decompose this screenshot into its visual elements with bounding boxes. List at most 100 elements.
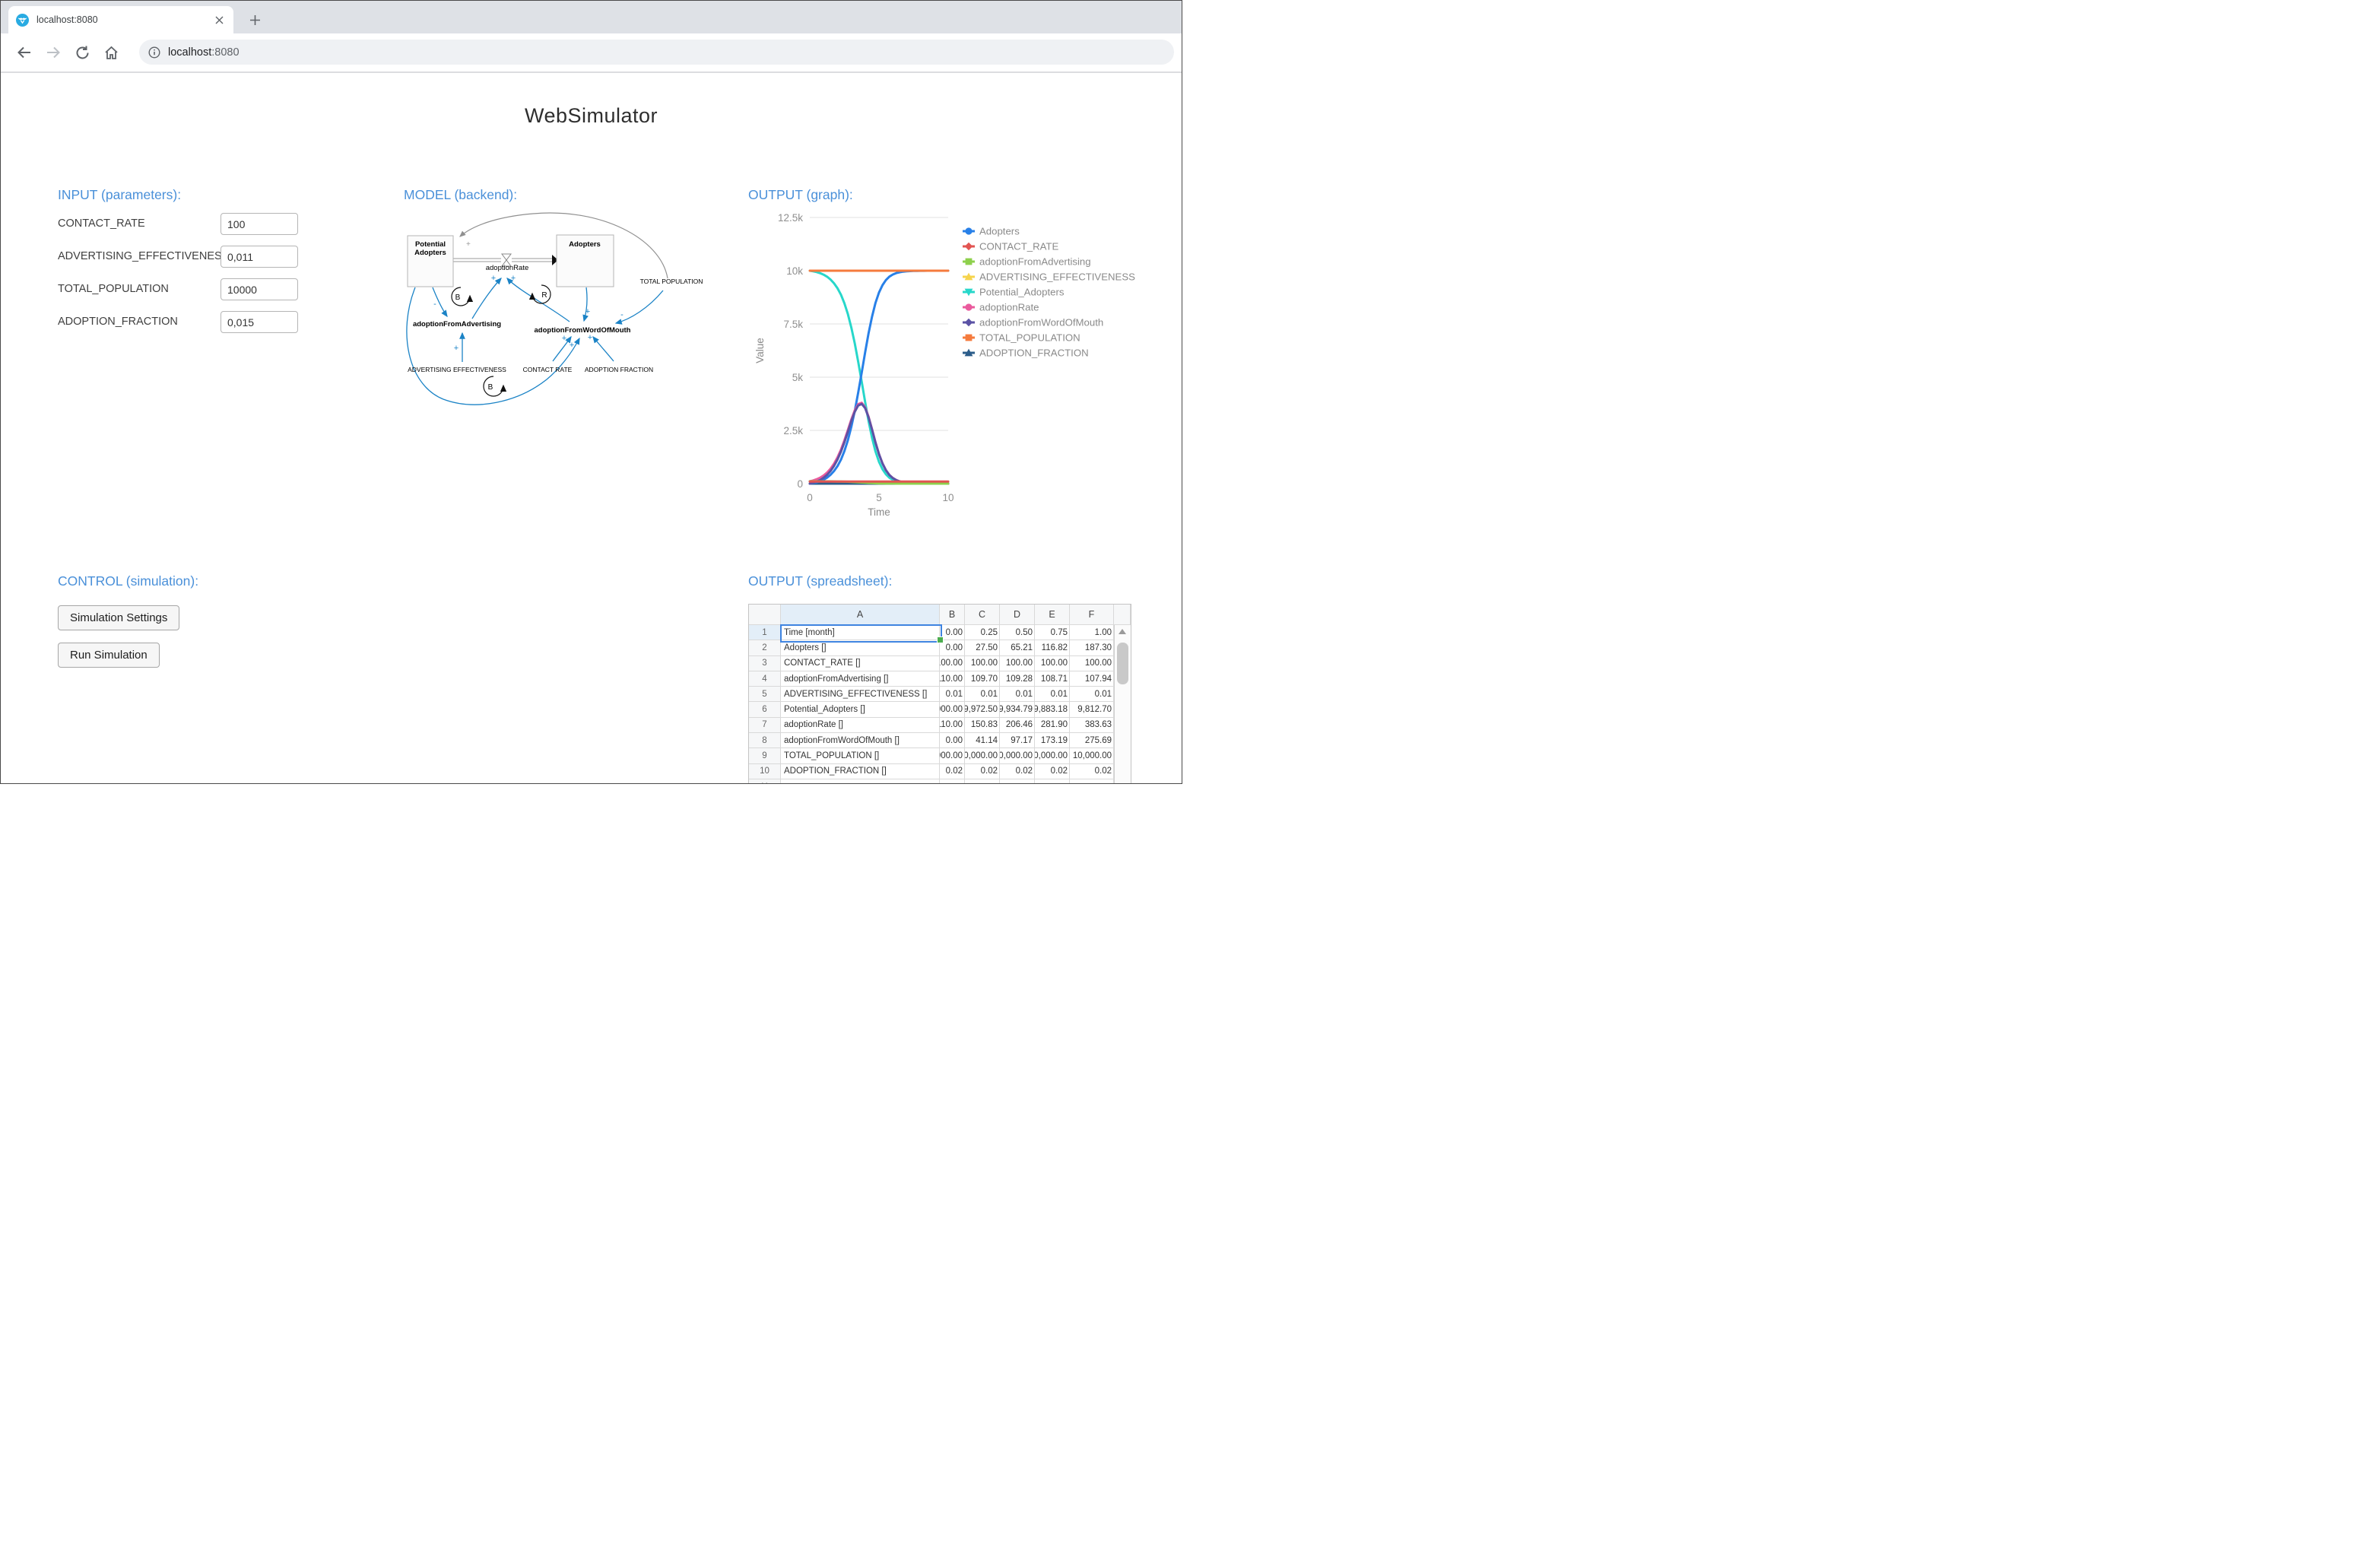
cell-value[interactable]: 9,934.79 [1000,702,1035,717]
cell-value[interactable]: 108.71 [1035,671,1070,687]
cell-value[interactable]: 1.00 [1070,625,1114,640]
parameter-input[interactable] [221,278,298,300]
cell-label[interactable]: Adopters [] [781,640,940,655]
cell-value[interactable]: 150.83 [965,718,1000,733]
parameter-input[interactable] [221,311,298,333]
row-number[interactable]: 2 [749,640,781,655]
cell-label[interactable]: Time [month] [781,625,940,640]
legend-label[interactable]: adoptionFromWordOfMouth [979,317,1103,329]
cell-value[interactable]: 100.00 [965,656,1000,671]
row-number[interactable]: 8 [749,733,781,748]
column-header-D[interactable]: D [1000,605,1035,625]
cell-value[interactable]: 100.00 [1000,656,1035,671]
back-icon[interactable] [10,39,39,66]
cell-value[interactable]: 0.01 [1000,687,1035,702]
legend-label[interactable]: ADOPTION_FRACTION [979,348,1089,359]
row-number[interactable]: 4 [749,671,781,687]
cell-value[interactable]: 97.17 [1000,733,1035,748]
cell-label[interactable]: adoptionRate [] [781,718,940,733]
row-number[interactable]: 11 [749,779,781,784]
cell-value[interactable]: 116.82 [1035,640,1070,655]
cell-value[interactable]: 10,000.00 [965,748,1000,763]
legend-label[interactable]: TOTAL_POPULATION [979,332,1080,344]
parameter-input[interactable] [221,246,298,268]
new-tab-icon[interactable] [244,9,265,30]
cell-value[interactable]: 107.94 [1070,671,1114,687]
cell-value[interactable]: 0.02 [965,764,1000,779]
fill-handle[interactable] [937,636,944,643]
cell-value[interactable]: 383.63 [1070,718,1114,733]
cell-value[interactable] [1070,779,1114,784]
cell-value[interactable]: 0.02 [1035,764,1070,779]
cell-value[interactable]: 0.01 [1070,687,1114,702]
cell-label[interactable]: adoptionFromAdvertising [] [781,671,940,687]
browser-tab[interactable]: localhost:8080 [8,6,233,33]
simulation-settings-button[interactable]: Simulation Settings [58,605,179,630]
cell-value[interactable]: 110.00 [940,718,965,733]
run-simulation-button[interactable]: Run Simulation [58,643,160,668]
cell-value[interactable]: 10,000.00 [1000,748,1035,763]
legend-label[interactable]: Potential_Adopters [979,287,1065,298]
cell-value[interactable]: 187.30 [1070,640,1114,655]
parameter-input[interactable] [221,213,298,235]
site-info-icon[interactable] [148,46,160,59]
cell-value[interactable]: 206.46 [1000,718,1035,733]
scrollbar-thumb[interactable] [1117,643,1128,684]
cell-value[interactable]: 0.01 [965,687,1000,702]
cell-value[interactable]: 0.02 [1000,764,1035,779]
cell-value[interactable]: 110.00 [940,671,965,687]
row-number[interactable]: 10 [749,764,781,779]
cell-value[interactable]: 0.50 [1000,625,1035,640]
legend-label[interactable]: adoptionRate [979,302,1039,313]
cell-value[interactable]: 100.00 [1070,656,1114,671]
column-header-F[interactable]: F [1070,605,1114,625]
row-number[interactable]: 3 [749,656,781,671]
cell-value[interactable] [1000,779,1035,784]
cell-value[interactable]: 41.14 [965,733,1000,748]
cell-value[interactable]: 65.21 [1000,640,1035,655]
cell-label[interactable]: TOTAL_POPULATION [] [781,748,940,763]
cell-value[interactable]: 9,812.70 [1070,702,1114,717]
scroll-up-icon[interactable] [1119,629,1126,634]
legend-label[interactable]: Adopters [979,226,1020,237]
cell-label[interactable]: ADVERTISING_EFFECTIVENESS [] [781,687,940,702]
cell-value[interactable]: 0.01 [1035,687,1070,702]
cell-value[interactable]: 281.90 [1035,718,1070,733]
cell-value[interactable]: 0.00 [940,733,965,748]
home-icon[interactable] [97,39,125,66]
column-header-B[interactable]: B [940,605,965,625]
row-number[interactable]: 9 [749,748,781,763]
column-header-A[interactable]: A [781,605,940,625]
row-number[interactable]: 6 [749,702,781,717]
cell-value[interactable]: 100.00 [940,656,965,671]
reload-icon[interactable] [68,39,97,66]
cell-value[interactable]: 100.00 [1035,656,1070,671]
cell-value[interactable]: 9,883.18 [1035,702,1070,717]
legend-label[interactable]: CONTACT_RATE [979,241,1058,252]
cell-value[interactable] [965,779,1000,784]
cell-label[interactable] [781,779,940,784]
column-header-C[interactable]: C [965,605,1000,625]
cell-value[interactable]: 173.19 [1035,733,1070,748]
cell-value[interactable]: 10,000.00 [940,748,965,763]
cell-value[interactable]: 0.01 [940,687,965,702]
cell-value[interactable]: 109.70 [965,671,1000,687]
cell-value[interactable]: 0.02 [1070,764,1114,779]
cell-value[interactable]: 0.25 [965,625,1000,640]
cell-value[interactable]: 27.50 [965,640,1000,655]
row-number[interactable]: 1 [749,625,781,640]
tab-close-icon[interactable] [212,13,226,27]
forward-icon[interactable] [39,39,68,66]
cell-value[interactable]: 0.75 [1035,625,1070,640]
cell-value[interactable]: 275.69 [1070,733,1114,748]
cell-value[interactable]: 9,972.50 [965,702,1000,717]
cell-label[interactable]: ADOPTION_FRACTION [] [781,764,940,779]
row-number[interactable]: 5 [749,687,781,702]
cell-value[interactable]: 10,000.00 [1070,748,1114,763]
legend-label[interactable]: ADVERTISING_EFFECTIVENESS [979,271,1135,283]
column-header-E[interactable]: E [1035,605,1070,625]
cell-value[interactable]: 0.02 [940,764,965,779]
address-bar[interactable]: localhost:8080 [139,40,1174,65]
legend-label[interactable]: adoptionFromAdvertising [979,256,1091,268]
cell-label[interactable]: CONTACT_RATE [] [781,656,940,671]
